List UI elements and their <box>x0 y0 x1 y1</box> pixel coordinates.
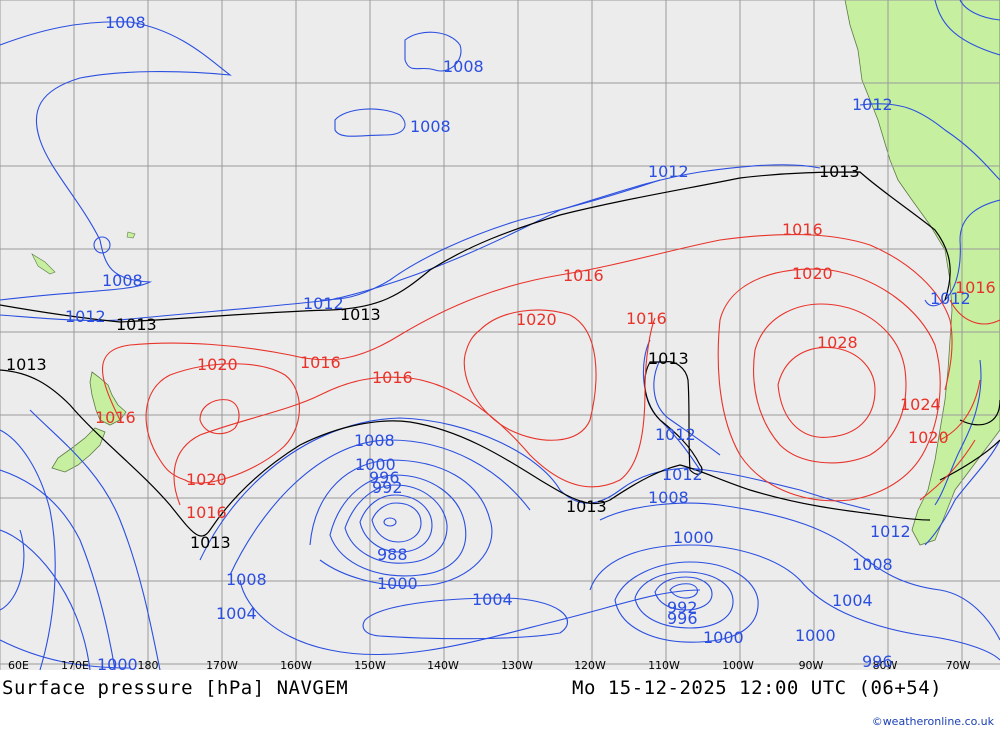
isobar-label: 1013 <box>116 315 157 334</box>
isobar-label: 1020 <box>516 310 557 329</box>
longitude-label: 120W <box>574 659 606 670</box>
isobar-label: 1016 <box>563 266 604 285</box>
longitude-label: 140W <box>427 659 459 670</box>
isobar-label: 1020 <box>792 264 833 283</box>
longitude-label: 170W <box>206 659 238 670</box>
isobar-label: 1008 <box>105 13 146 32</box>
isobar-label: 1000 <box>795 626 836 645</box>
isobar-label: 1013 <box>190 533 231 552</box>
isobar-label: 1000 <box>703 628 744 647</box>
isobar-label: 1012 <box>303 294 344 313</box>
isobar-label: 1013 <box>6 355 47 374</box>
isobar-label: 1020 <box>197 355 238 374</box>
longitude-label: 100W <box>722 659 754 670</box>
longitude-label: 160W <box>280 659 312 670</box>
isobar-label: 1013 <box>648 349 689 368</box>
isobar-label: 1008 <box>852 555 893 574</box>
isobar-label: 992 <box>372 478 403 497</box>
isobar-label: 1016 <box>372 368 413 387</box>
longitude-label: 150W <box>354 659 386 670</box>
isobar-label: 1012 <box>648 162 689 181</box>
isobar-label: 1004 <box>216 604 257 623</box>
isobar-label: 1008 <box>648 488 689 507</box>
isobar-label: 1013 <box>340 305 381 324</box>
isobar-label: 1013 <box>566 497 607 516</box>
pressure-map: 60E 170E 180 170W 160W 150W 140W 130W 120W 110W 10… <box>0 0 1000 670</box>
isobar-label: 988 <box>377 545 408 564</box>
isobar-label: 1024 <box>900 395 941 414</box>
longitude-label: 90W <box>799 659 824 670</box>
longitude-label: 110W <box>648 659 680 670</box>
longitude-label: 60E <box>8 659 29 670</box>
isobar-label: 1020 <box>186 470 227 489</box>
isobar-label: 1008 <box>354 431 395 450</box>
isobar-label: 1000 <box>673 528 714 547</box>
isobar-label: 1016 <box>186 503 227 522</box>
isobar-label: 1020 <box>908 428 949 447</box>
isobar-label: 1008 <box>102 271 143 290</box>
longitude-label: 180 <box>138 659 159 670</box>
isobar-label: 992 <box>667 598 698 617</box>
isobar-label: 1000 <box>377 574 418 593</box>
chart-title: Surface pressure [hPa] NAVGEM <box>2 677 349 699</box>
isobar-label: 1000 <box>97 655 138 670</box>
isobar-label: 1016 <box>626 309 667 328</box>
isobar-label: 1012 <box>65 307 106 326</box>
isobar-label: 1016 <box>955 278 996 297</box>
isobar-label: 1016 <box>300 353 341 372</box>
isobar-label: 1004 <box>472 590 513 609</box>
isobar-label: 1016 <box>95 408 136 427</box>
isobar-label: 1028 <box>817 333 858 352</box>
isobar-label: 1016 <box>782 220 823 239</box>
isobar-label: 1012 <box>662 465 703 484</box>
isobar-label: 1012 <box>852 95 893 114</box>
isobar-label: 1008 <box>410 117 451 136</box>
valid-time: Mo 15-12-2025 12:00 UTC (06+54) <box>572 677 943 699</box>
isobar-label: 996 <box>862 652 893 670</box>
longitude-label: 170E <box>61 659 89 670</box>
isobar-label: 1012 <box>655 425 696 444</box>
isobar-label: 1012 <box>870 522 911 541</box>
isobar-label: 1008 <box>443 57 484 76</box>
isobar-label: 1013 <box>819 162 860 181</box>
longitude-label: 130W <box>501 659 533 670</box>
credit-link[interactable]: ©weatheronline.co.uk <box>872 715 994 728</box>
longitude-label: 70W <box>946 659 971 670</box>
isobar-label: 1008 <box>226 570 267 589</box>
isobar-label: 1004 <box>832 591 873 610</box>
